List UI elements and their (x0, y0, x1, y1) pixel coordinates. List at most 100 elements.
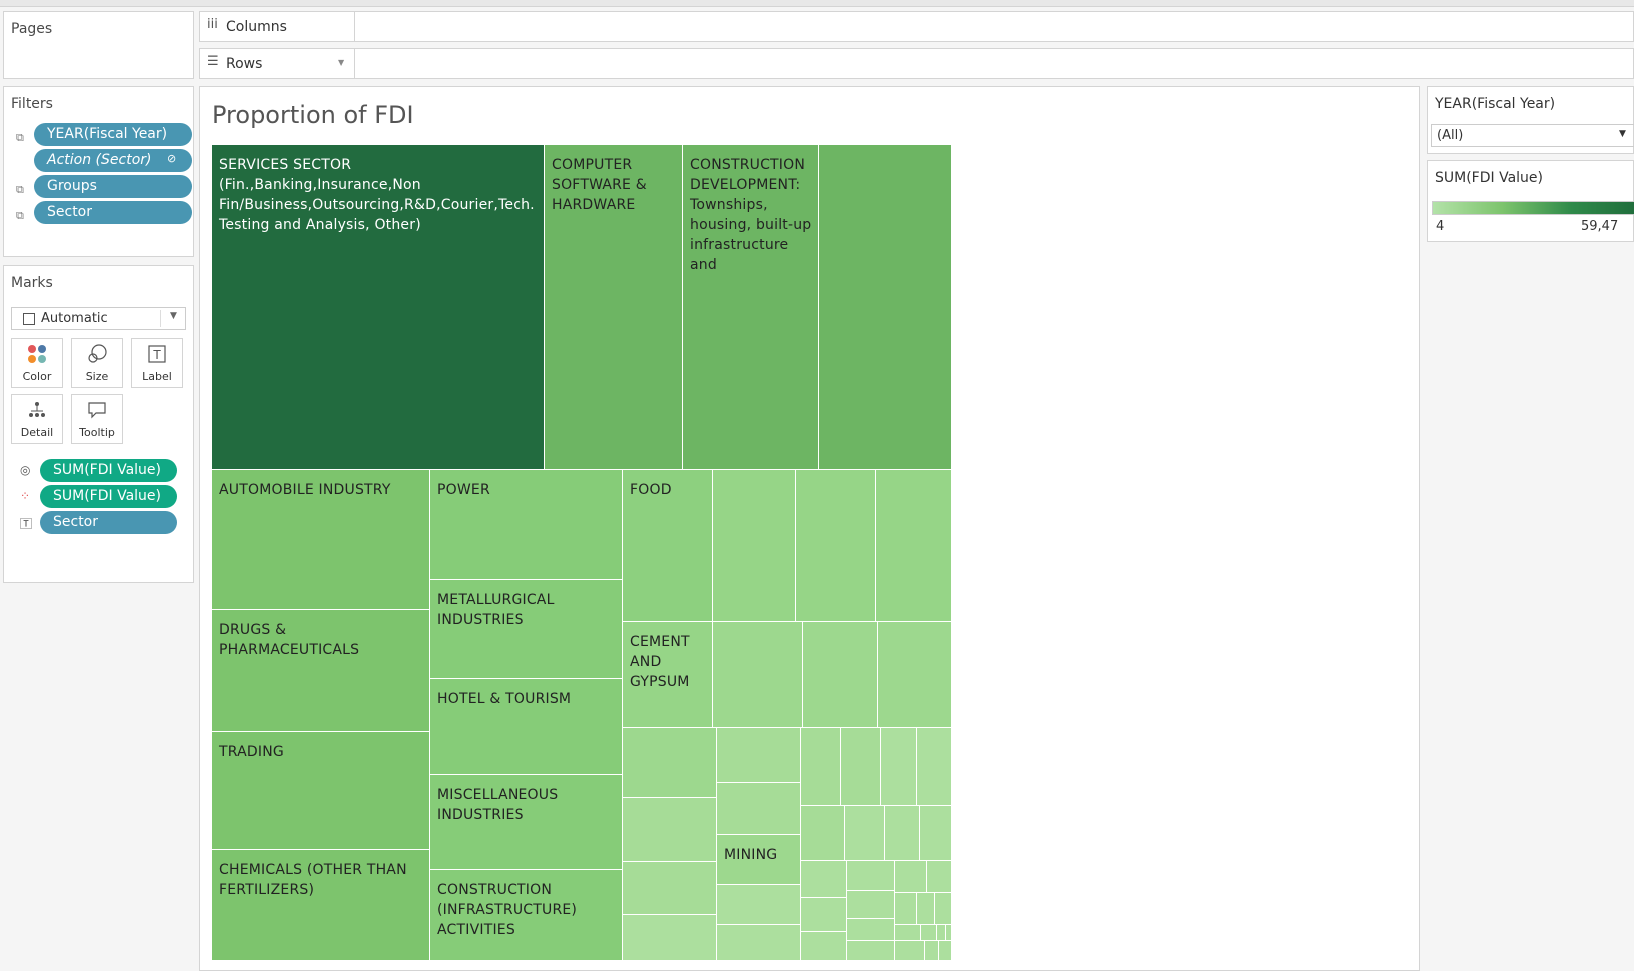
size-card-label: Size (85, 370, 109, 383)
treemap-cell[interactable] (895, 893, 917, 925)
treemap-cell[interactable] (623, 798, 717, 862)
legend-title: SUM(FDI Value) (1435, 170, 1543, 186)
treemap-cell[interactable]: CONSTRUCTION (INFRASTRUCTURE) ACTIVITIES (430, 870, 623, 961)
treemap-cell-label: METALLURGICAL INDUSTRIES (437, 592, 555, 628)
treemap-cell[interactable] (920, 806, 952, 861)
treemap-cell[interactable] (935, 893, 952, 925)
filter-icon: ⧉ (16, 209, 24, 222)
treemap-cell[interactable] (803, 622, 878, 728)
chevron-down-icon (160, 310, 161, 327)
treemap-cell[interactable]: CONSTRUCTION DEVELOPMENT: Townships, hou… (683, 145, 819, 470)
color-dots-icon (12, 344, 62, 369)
treemap-cell[interactable]: DRUGS & PHARMACEUTICALS (212, 610, 430, 732)
columns-shelf[interactable]: iii Columns (199, 11, 1634, 42)
treemap-cell-label: FOOD (630, 482, 672, 498)
treemap-cell[interactable] (921, 925, 937, 941)
detail-card-label: Detail (20, 426, 54, 439)
treemap-cell[interactable] (917, 728, 952, 806)
color-legend: SUM(FDI Value) 4 59,47 (1427, 160, 1634, 242)
treemap-cell[interactable]: AUTOMOBILE INDUSTRY (212, 470, 430, 610)
treemap-cell[interactable] (801, 728, 841, 806)
treemap-cell[interactable]: TRADING (212, 732, 430, 850)
treemap-cell[interactable]: FOOD (623, 470, 713, 622)
treemap-cell-label: MISCELLANEOUS INDUSTRIES (437, 787, 559, 823)
treemap-cell[interactable] (939, 941, 952, 961)
treemap-cell[interactable] (927, 861, 952, 893)
treemap-cell[interactable]: POWER (430, 470, 623, 580)
chevron-down-icon: ▼ (170, 311, 177, 321)
mark-type-dropdown[interactable]: Automatic ▼ (11, 307, 186, 330)
treemap-cell[interactable]: CHEMICALS (OTHER THAN FERTILIZERS) (212, 850, 430, 961)
color-card[interactable]: Color (11, 338, 63, 388)
tooltip-card[interactable]: Tooltip (71, 394, 123, 444)
size-circles-icon (72, 344, 122, 369)
treemap-cell[interactable]: CEMENT AND GYPSUM (623, 622, 713, 728)
treemap-cell[interactable] (946, 925, 952, 941)
treemap-cell[interactable] (847, 941, 895, 961)
treemap-cell[interactable] (717, 885, 801, 925)
treemap-cell[interactable] (845, 806, 885, 861)
treemap-cell[interactable] (623, 862, 717, 915)
label-card[interactable]: T Label (131, 338, 183, 388)
treemap-cell[interactable] (801, 806, 845, 861)
treemap-cell[interactable] (895, 941, 925, 961)
treemap-cell[interactable] (937, 925, 946, 941)
treemap-cell[interactable] (717, 925, 801, 961)
treemap-cell-label: MINING (724, 847, 778, 863)
treemap-cell[interactable] (847, 891, 895, 919)
treemap-cell[interactable] (819, 145, 952, 470)
treemap-cell[interactable] (717, 783, 801, 835)
treemap-cell[interactable]: MINING (717, 835, 801, 885)
treemap-cell-label: CONSTRUCTION DEVELOPMENT: Townships, hou… (690, 157, 812, 273)
treemap-cell[interactable] (623, 728, 717, 798)
size-icon: ◎ (20, 463, 31, 477)
treemap-cell[interactable] (847, 919, 895, 941)
treemap-cell[interactable]: MISCELLANEOUS INDUSTRIES (430, 775, 623, 870)
treemap-cell[interactable] (917, 893, 935, 925)
treemap-cell-label: CONSTRUCTION (INFRASTRUCTURE) ACTIVITIES (437, 882, 578, 938)
size-card[interactable]: Size (71, 338, 123, 388)
treemap-cell[interactable] (801, 861, 847, 898)
filters-panel: Filters ⧉ YEAR(Fiscal Year) Action (Sect… (3, 86, 194, 257)
color-card-label: Color (22, 370, 52, 383)
treemap-cell[interactable]: HOTEL & TOURISM (430, 679, 623, 775)
treemap-cell[interactable] (713, 470, 796, 622)
treemap-cell[interactable] (878, 622, 952, 728)
treemap-cell[interactable] (796, 470, 876, 622)
treemap-cell[interactable] (881, 728, 917, 806)
treemap-cell[interactable] (876, 470, 952, 622)
treemap-cell[interactable] (717, 728, 801, 783)
filter-pill-groups[interactable]: Groups (34, 175, 192, 198)
treemap-cell[interactable] (895, 861, 927, 893)
treemap-cell[interactable] (841, 728, 881, 806)
rows-icon: ☰ (207, 54, 219, 69)
treemap-cell[interactable] (885, 806, 920, 861)
rows-shelf[interactable]: ☰ Rows ▼ (199, 48, 1634, 79)
text-label-icon: T (132, 344, 182, 369)
marks-pill-color[interactable]: SUM(FDI Value) (40, 485, 177, 508)
treemap-cell-label: POWER (437, 482, 490, 498)
chevron-down-icon: ▼ (1619, 129, 1626, 139)
marks-pill-sector[interactable]: Sector (40, 511, 177, 534)
treemap-cell-label: TRADING (219, 744, 284, 760)
treemap-cell[interactable] (801, 932, 847, 961)
rows-label: Rows (226, 56, 263, 72)
year-filter-dropdown[interactable]: (All) ▼ (1431, 124, 1634, 147)
filter-pill-year[interactable]: YEAR(Fiscal Year) (34, 123, 192, 146)
mark-type-label: Automatic (41, 311, 108, 326)
treemap-cell[interactable] (925, 941, 939, 961)
treemap-cell[interactable] (847, 861, 895, 891)
treemap-cell[interactable]: COMPUTER SOFTWARE & HARDWARE (545, 145, 683, 470)
treemap-cell[interactable] (713, 622, 803, 728)
treemap-cell[interactable] (623, 915, 717, 961)
pages-panel: Pages (3, 11, 194, 79)
treemap-cell[interactable]: SERVICES SECTOR (Fin.,Banking,Insurance,… (212, 145, 545, 470)
filter-pill-sector[interactable]: Sector (34, 201, 192, 224)
treemap-cell-label: CHEMICALS (OTHER THAN FERTILIZERS) (219, 862, 407, 898)
treemap-cell[interactable] (895, 925, 921, 941)
chevron-down-icon: ▼ (338, 58, 345, 67)
detail-card[interactable]: Detail (11, 394, 63, 444)
treemap-cell[interactable] (801, 898, 847, 932)
treemap-cell[interactable]: METALLURGICAL INDUSTRIES (430, 580, 623, 679)
marks-pill-size[interactable]: SUM(FDI Value) (40, 459, 177, 482)
